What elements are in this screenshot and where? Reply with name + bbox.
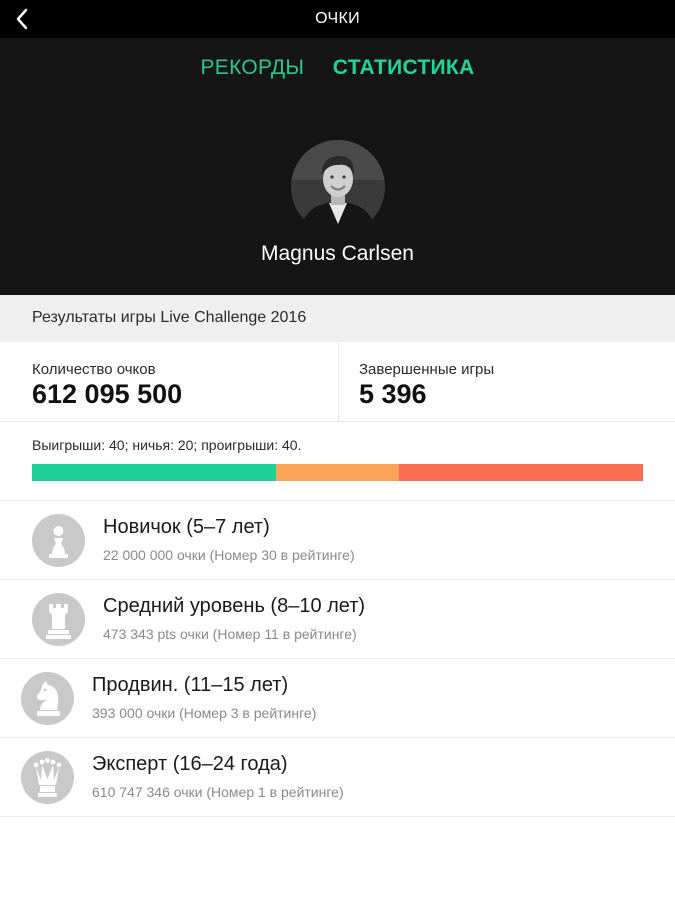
- tab-records[interactable]: РЕКОРДЫ: [200, 56, 304, 80]
- results-bar: [32, 464, 643, 481]
- profile-hero: РЕКОРДЫ СТАТИСТИКА Magnus Carlsen: [0, 38, 675, 295]
- level-subtitle: 610 747 346 очки (Номер 1 в рейтинге): [92, 784, 344, 800]
- points-label: Количество очков: [32, 361, 156, 378]
- page-title: ОЧКИ: [315, 10, 360, 27]
- stats-summary: Количество очков 612 095 500 Завершенные…: [0, 342, 675, 422]
- section-header: Результаты игры Live Challenge 2016: [0, 295, 675, 342]
- results-text: Выигрыши: 40; ничья: 20; проигрыши: 40.: [32, 437, 302, 453]
- pawn-icon: [32, 514, 85, 567]
- level-title: Эксперт (16–24 года): [92, 753, 288, 775]
- player-avatar: [291, 140, 385, 234]
- level-item-beginner[interactable]: Новичок (5–7 лет) 22 000 000 очки (Номер…: [0, 501, 675, 580]
- losses-segment: [398, 464, 643, 481]
- draws-segment: [276, 464, 399, 481]
- games-label: Завершенные игры: [359, 361, 495, 378]
- level-subtitle: 393 000 очки (Номер 3 в рейтинге): [92, 705, 317, 721]
- player-name: Magnus Carlsen: [261, 242, 414, 265]
- level-subtitle: 473 343 pts очки (Номер 11 в рейтинге): [103, 626, 357, 642]
- rook-icon: [32, 593, 85, 646]
- top-bar: ОЧКИ: [0, 0, 675, 38]
- level-item-intermediate[interactable]: Средний уровень (8–10 лет) 473 343 pts о…: [0, 580, 675, 659]
- tab-statistics[interactable]: СТАТИСТИКА: [333, 56, 475, 80]
- games-value: 5 396: [359, 379, 427, 409]
- level-item-expert[interactable]: Эксперт (16–24 года) 610 747 346 очки (Н…: [0, 738, 675, 817]
- section-title: Результаты игры Live Challenge 2016: [32, 309, 307, 326]
- level-item-advanced[interactable]: Продвин. (11–15 лет) 393 000 очки (Номер…: [0, 659, 675, 738]
- level-title: Продвин. (11–15 лет): [92, 674, 289, 696]
- results-summary: Выигрыши: 40; ничья: 20; проигрыши: 40.: [0, 422, 675, 501]
- level-subtitle: 22 000 000 очки (Номер 30 в рейтинге): [103, 547, 355, 563]
- queen-icon: [21, 751, 74, 804]
- knight-icon: [21, 672, 74, 725]
- points-value: 612 095 500: [32, 379, 183, 409]
- tab-bar: РЕКОРДЫ СТАТИСТИКА: [0, 56, 675, 80]
- level-title: Средний уровень (8–10 лет): [103, 595, 366, 617]
- wins-segment: [32, 464, 277, 481]
- level-title: Новичок (5–7 лет): [103, 516, 270, 538]
- stat-divider: [338, 342, 339, 422]
- points-stat: Количество очков 612 095 500: [32, 342, 332, 422]
- games-stat: Завершенные игры 5 396: [359, 342, 659, 422]
